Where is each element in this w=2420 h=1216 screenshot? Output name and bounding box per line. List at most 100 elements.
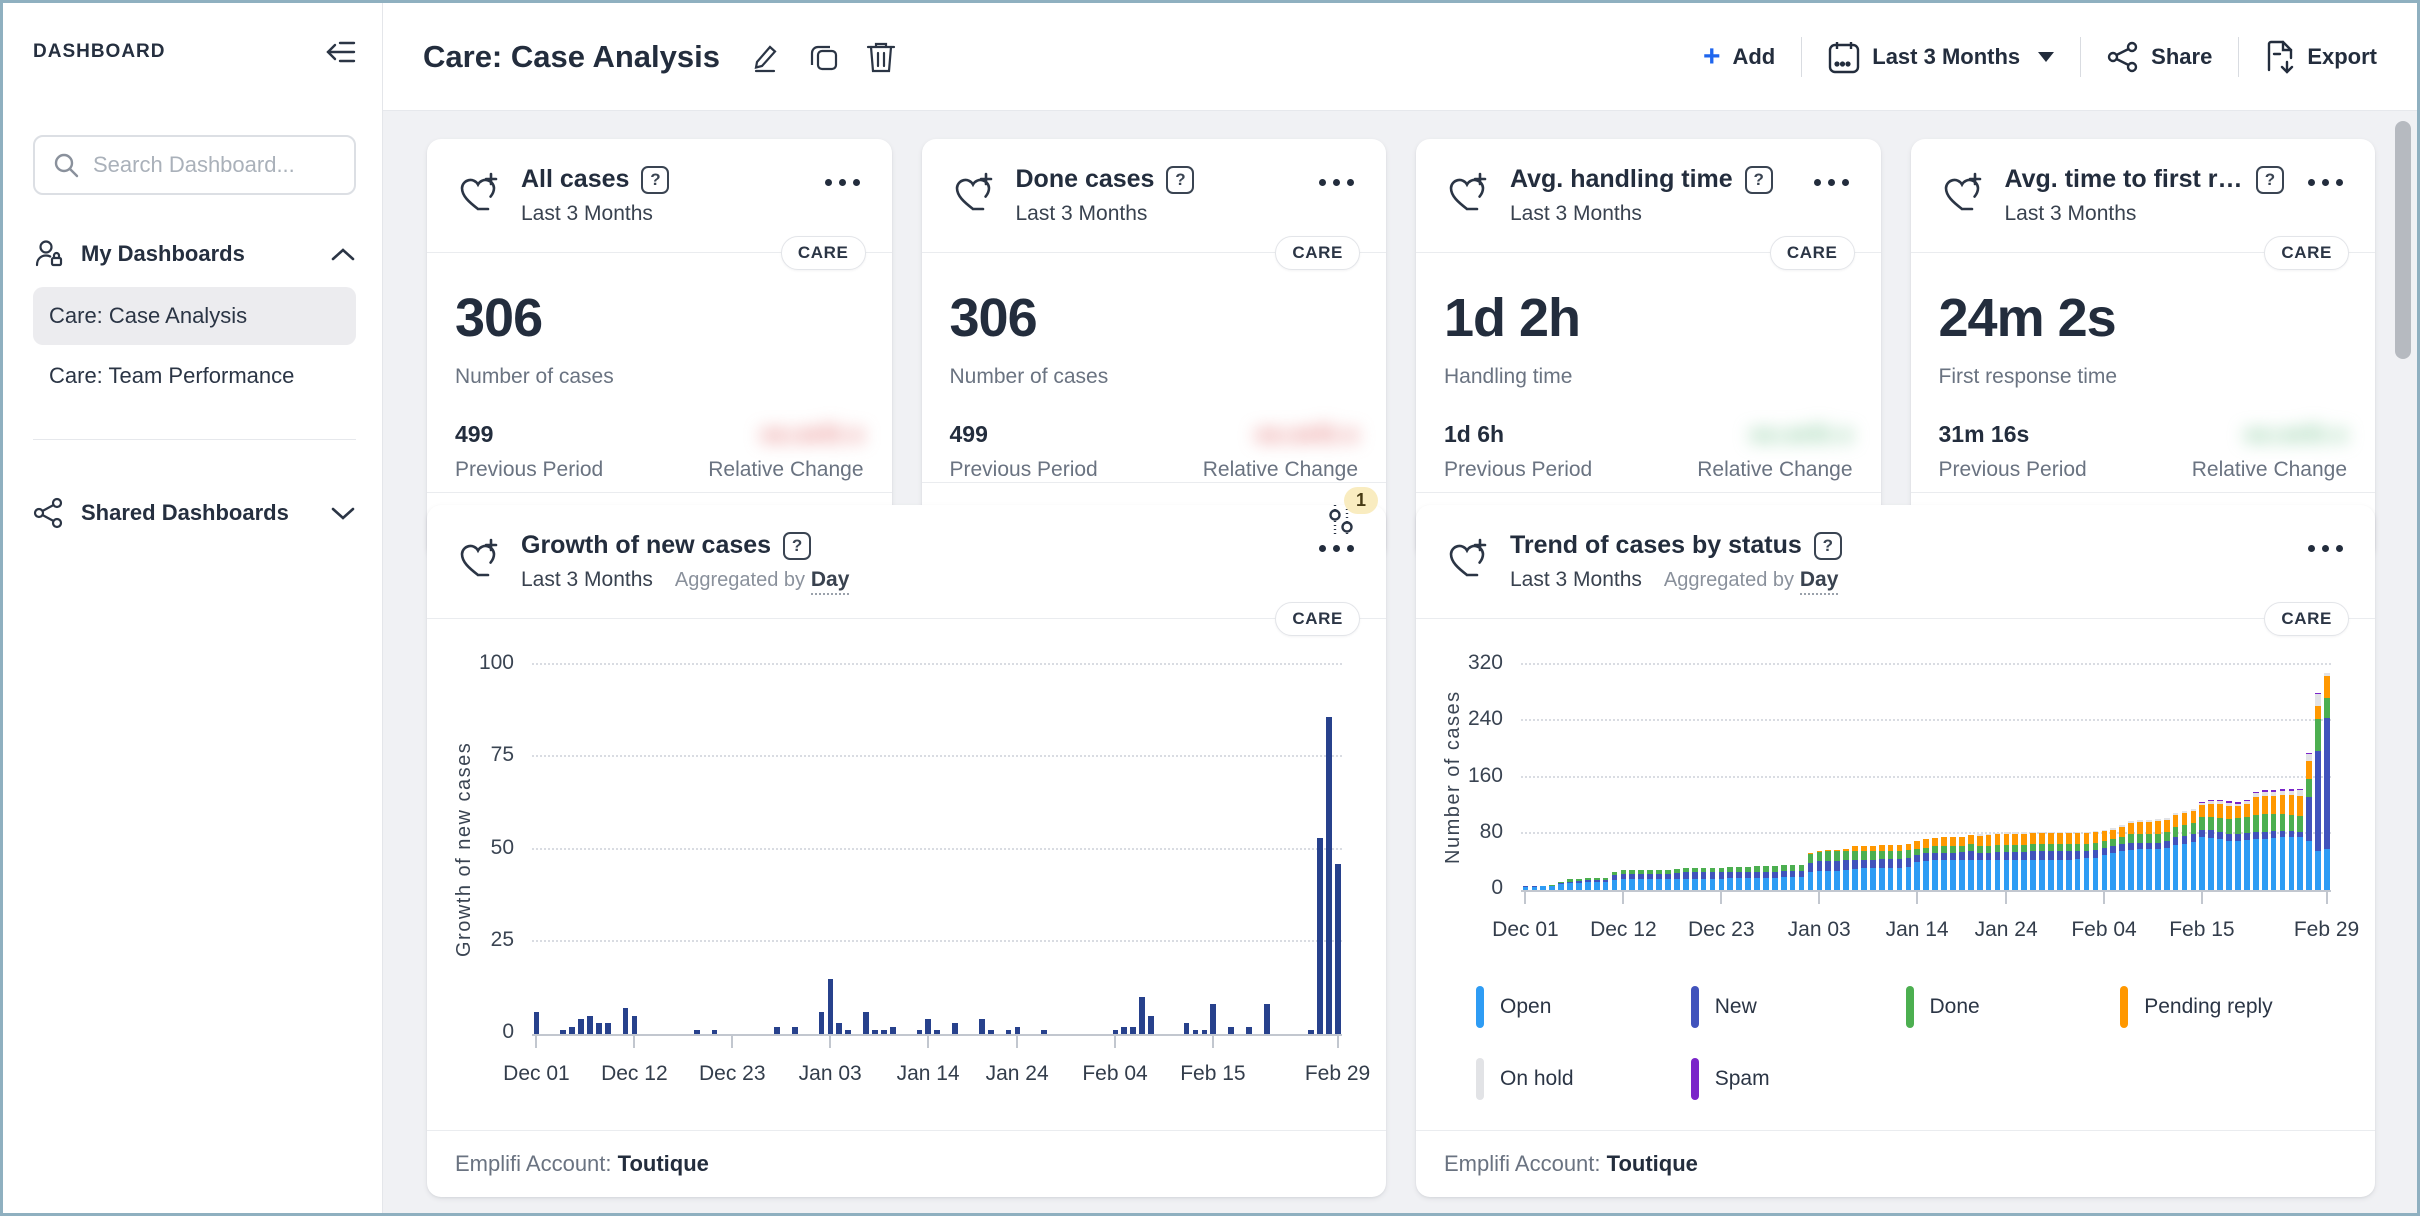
- care-heart-icon: [1444, 169, 1490, 215]
- care-badge: CARE: [1275, 236, 1360, 270]
- chart-bars: [532, 665, 1342, 1034]
- kpi-value: 306: [455, 288, 543, 348]
- user-lock-icon: [33, 238, 65, 270]
- care-heart-icon: [1444, 535, 1490, 581]
- charts-row: Growth of new cases ? Last 3 Months Aggr…: [427, 505, 2375, 1197]
- account-value: Toutique: [1606, 1151, 1698, 1176]
- shared-dashboards-label: Shared Dashboards: [81, 500, 289, 525]
- help-icon[interactable]: ?: [1166, 165, 1195, 194]
- chart-title: Growth of new cases: [521, 531, 772, 559]
- kpi-value-label: Number of cases: [455, 365, 614, 388]
- card-title: Done cases: [1015, 165, 1155, 193]
- vertical-scrollbar[interactable]: [2395, 121, 2411, 359]
- add-widget-button[interactable]: + Add: [1702, 39, 1775, 73]
- chart-title: Trend of cases by status: [1510, 531, 1802, 559]
- x-axis-tick-label: Dec 01: [503, 1062, 570, 1085]
- x-axis-tick-label: Feb 04: [2071, 918, 2137, 941]
- previous-period-label: Previous Period: [949, 458, 1098, 481]
- aggregated-by-value[interactable]: Day: [810, 568, 850, 595]
- search-dashboard-input[interactable]: [93, 152, 336, 178]
- x-axis-tick-label: Jan 03: [798, 1062, 862, 1085]
- legend-item-on-hold[interactable]: On hold: [1476, 1058, 1691, 1100]
- legend-swatch: [1476, 1058, 1484, 1100]
- account-label: Emplifi Account:: [455, 1151, 612, 1176]
- legend-swatch: [1476, 986, 1484, 1028]
- kpi-value: 306: [949, 288, 1038, 348]
- share-nodes-icon: [33, 497, 65, 529]
- x-axis-tick-label: Feb 29: [2293, 918, 2360, 941]
- filter-count-badge: 1: [1344, 487, 1379, 514]
- chart-period: Last 3 Months: [1510, 568, 1642, 591]
- plus-icon: +: [1702, 39, 1721, 73]
- my-dashboards-label: My Dashboards: [81, 241, 245, 266]
- card-period: Last 3 Months: [1015, 202, 1148, 225]
- app-window: DASHBOARD My D: [0, 0, 2420, 1216]
- help-icon[interactable]: ?: [641, 165, 670, 194]
- duplicate-dashboard-button[interactable]: [808, 41, 840, 73]
- legend-item-pending-reply[interactable]: Pending reply: [2120, 986, 2335, 1028]
- card-title: All cases: [521, 165, 630, 193]
- delete-dashboard-button[interactable]: [866, 40, 896, 74]
- sidebar-item-care-team-performance[interactable]: Care: Team Performance: [33, 347, 356, 405]
- x-axis-tick-label: Jan 14: [1885, 918, 1949, 941]
- card-menu-button[interactable]: [1810, 165, 1853, 200]
- care-heart-icon: [1939, 169, 1985, 215]
- x-axis-tick-label: Jan 03: [1787, 918, 1851, 941]
- relative-change-label: Relative Change: [1202, 458, 1358, 481]
- chart-bars: [1521, 665, 2331, 890]
- edit-dashboard-button[interactable]: [748, 40, 782, 74]
- help-icon[interactable]: ?: [2256, 165, 2284, 194]
- chart-card-growth-of-new-cases: Growth of new cases ? Last 3 Months Aggr…: [427, 505, 1386, 1197]
- aggregated-by-value[interactable]: Day: [1799, 568, 1839, 595]
- legend-item-new[interactable]: New: [1690, 986, 1906, 1028]
- card-menu-button[interactable]: [1315, 165, 1358, 200]
- legend-item-done[interactable]: Done: [1905, 986, 2121, 1028]
- care-badge: CARE: [1275, 602, 1360, 636]
- kpi-card-all-cases: All cases ? Last 3 Months CARE 306 Numbe…: [427, 139, 892, 559]
- previous-period-label: Previous Period: [1938, 458, 2087, 481]
- card-menu-button[interactable]: [2304, 531, 2347, 566]
- care-heart-icon: [950, 169, 996, 215]
- chevron-down-icon: [330, 505, 356, 521]
- shared-dashboards-section-toggle[interactable]: Shared Dashboards: [33, 484, 356, 542]
- legend-label: Open: [1500, 995, 1552, 1018]
- help-icon[interactable]: ?: [783, 531, 812, 560]
- my-dashboards-section-toggle[interactable]: My Dashboards: [33, 225, 356, 283]
- relative-change-value-redacted: ●●.●●% ●: [1749, 421, 1853, 447]
- y-axis-title: Growth of new cases: [453, 741, 475, 958]
- collapse-sidebar-icon[interactable]: [326, 39, 356, 65]
- legend-label: New: [1714, 995, 1757, 1018]
- date-range-selector[interactable]: Last 3 Months: [1828, 40, 2055, 74]
- sidebar: DASHBOARD My D: [3, 3, 383, 1213]
- x-axis-tick-label: Dec 12: [601, 1062, 668, 1085]
- search-dashboard[interactable]: [33, 135, 356, 195]
- export-button[interactable]: Export: [2265, 40, 2377, 74]
- legend-item-open[interactable]: Open: [1476, 986, 1691, 1028]
- x-axis-tick-label: Dec 23: [698, 1062, 766, 1085]
- help-icon[interactable]: ?: [1813, 531, 1842, 560]
- x-axis-tick-label: Dec 23: [1687, 918, 1755, 941]
- card-menu-button[interactable]: [2304, 165, 2347, 200]
- x-axis-tick-label: Feb 29: [1304, 1062, 1371, 1085]
- chart-legend: Open New Done Pending reply On hold Spam: [1416, 986, 2375, 1130]
- relative-change-label: Relative Change: [708, 458, 864, 481]
- search-icon: [53, 152, 79, 178]
- care-badge: CARE: [1769, 236, 1855, 270]
- legend-label: On hold: [1500, 1067, 1574, 1090]
- previous-period-label: Previous Period: [1444, 458, 1593, 481]
- legend-item-spam[interactable]: Spam: [1690, 1058, 1906, 1100]
- kpi-row: All cases ? Last 3 Months CARE 306 Numbe…: [427, 139, 2375, 559]
- x-axis-tick-label: Dec 01: [1492, 918, 1559, 941]
- legend-swatch: [1690, 1058, 1699, 1100]
- share-button[interactable]: Share: [2107, 41, 2212, 73]
- relative-change-value-redacted: ●●.●●% ●: [2244, 421, 2347, 447]
- relative-change-label: Relative Change: [2191, 458, 2347, 481]
- trend-of-cases-by-status-chart: 0 80 160 240 320 Dec 01 Dec 12 Dec 23 Jan 03 Jan …: [1467, 651, 2360, 941]
- header-separator: [2238, 36, 2240, 77]
- legend-swatch: [1905, 986, 1914, 1028]
- card-menu-button[interactable]: [821, 165, 864, 200]
- x-axis-tick-label: Feb 15: [1180, 1062, 1246, 1085]
- sidebar-item-care-case-analysis[interactable]: Care: Case Analysis: [33, 287, 356, 345]
- widget-filters-button[interactable]: 1: [1324, 487, 1379, 539]
- help-icon[interactable]: ?: [1744, 165, 1773, 194]
